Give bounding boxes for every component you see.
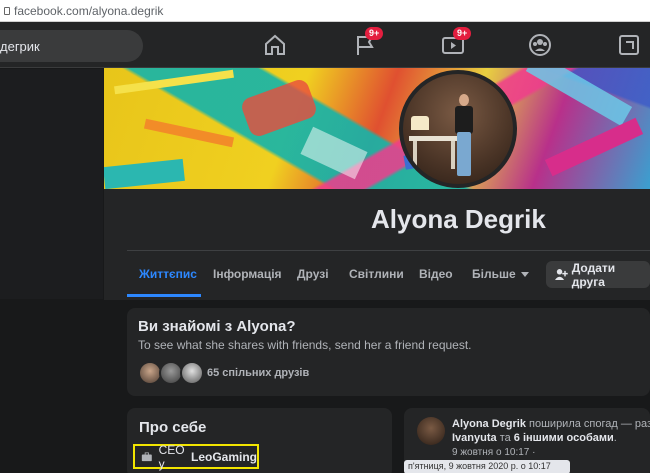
profile-name: Alyona Degrik	[371, 204, 546, 234]
person-legs	[457, 132, 471, 176]
groups-icon[interactable]	[527, 32, 553, 58]
job-prefix: CEO у	[158, 442, 185, 471]
tab-videos[interactable]: Відео	[419, 267, 453, 281]
page: facebook.com/alyona.degrik дегрик 9+ 9+	[0, 0, 650, 473]
add-user-icon	[555, 269, 568, 280]
tab-photos[interactable]: Світлини	[349, 267, 404, 281]
add-friend-button[interactable]: Додати друга	[546, 260, 650, 289]
home-icon[interactable]	[262, 32, 288, 58]
gaming-icon[interactable]	[616, 32, 642, 58]
job-company-link[interactable]: LeoGaming	[191, 450, 257, 464]
search-input[interactable]: дегрик	[0, 30, 143, 62]
mutual-friends-link[interactable]: 65 спільних друзів	[207, 367, 309, 379]
top-nav: дегрик 9+ 9+	[0, 22, 650, 68]
job-entry: CEO у LeoGaming	[133, 442, 259, 471]
lock-icon	[4, 6, 10, 15]
about-title: Про себе	[139, 419, 207, 436]
post-author-link[interactable]: Alyona Degrik	[452, 418, 526, 430]
video-icon[interactable]: 9+	[440, 27, 472, 58]
tagged-others-link[interactable]: 6 іншими особами	[514, 432, 614, 444]
profile-avatar[interactable]	[399, 70, 517, 188]
post-tags: Ivanyuta та 6 іншими особами.	[452, 432, 617, 444]
table-leg	[451, 141, 455, 169]
divider	[127, 250, 650, 251]
add-friend-label: Додати друга	[571, 260, 616, 289]
post-tags-end: .	[613, 432, 617, 444]
tab-friends[interactable]: Друзі	[297, 267, 329, 281]
tab-timeline[interactable]: Життєпис	[139, 267, 197, 281]
browser-url-bar[interactable]: facebook.com/alyona.degrik	[0, 0, 650, 22]
briefcase-icon	[141, 451, 152, 461]
table-leg	[413, 141, 417, 169]
chevron-down-icon	[520, 272, 529, 278]
flag-icon[interactable]: 9+	[352, 27, 384, 58]
person-body	[455, 106, 473, 134]
cover-photo[interactable]	[104, 68, 650, 189]
post-tags-connector: та	[496, 432, 514, 444]
avatar[interactable]	[180, 361, 204, 385]
post-author-avatar[interactable]	[417, 417, 445, 445]
flag-badge: 9+	[365, 27, 384, 40]
lamp-shape	[411, 116, 429, 130]
post-header: Alyona Degrik поширила спогад — раз	[452, 418, 650, 430]
tab-more-label: Більше	[472, 267, 516, 281]
know-card-title: Ви знайомі з Alyona?	[138, 318, 296, 335]
left-panel	[0, 69, 103, 299]
know-card-subtitle: To see what she shares with friends, sen…	[138, 338, 472, 352]
timestamp-tooltip: п'ятниця, 9 жовтня 2020 р. о 10:17	[404, 460, 570, 473]
person-head	[459, 94, 469, 106]
video-badge: 9+	[453, 27, 472, 40]
post-action: поширила спогад — раз	[525, 418, 650, 430]
search-value: дегрик	[0, 38, 40, 54]
active-tab-indicator	[127, 294, 201, 297]
url-text[interactable]: facebook.com/alyona.degrik	[14, 4, 163, 18]
tab-about[interactable]: Інформація	[213, 267, 282, 281]
tagged-person-link[interactable]: Ivanyuta	[452, 432, 497, 444]
post-timestamp[interactable]: 9 жовтня о 10:17 ·	[452, 447, 535, 458]
tab-more[interactable]: Більше	[472, 267, 529, 281]
